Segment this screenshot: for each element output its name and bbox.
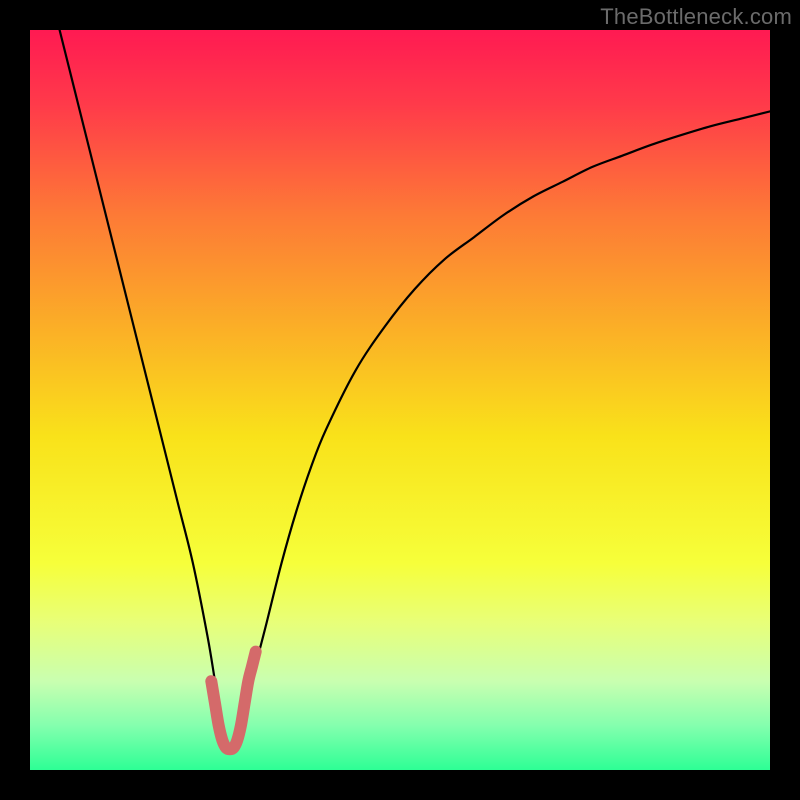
- chart-frame: TheBottleneck.com: [0, 0, 800, 800]
- plot-area: [30, 30, 770, 770]
- gradient-background: [30, 30, 770, 770]
- bottleneck-chart: [30, 30, 770, 770]
- watermark-text: TheBottleneck.com: [600, 4, 792, 30]
